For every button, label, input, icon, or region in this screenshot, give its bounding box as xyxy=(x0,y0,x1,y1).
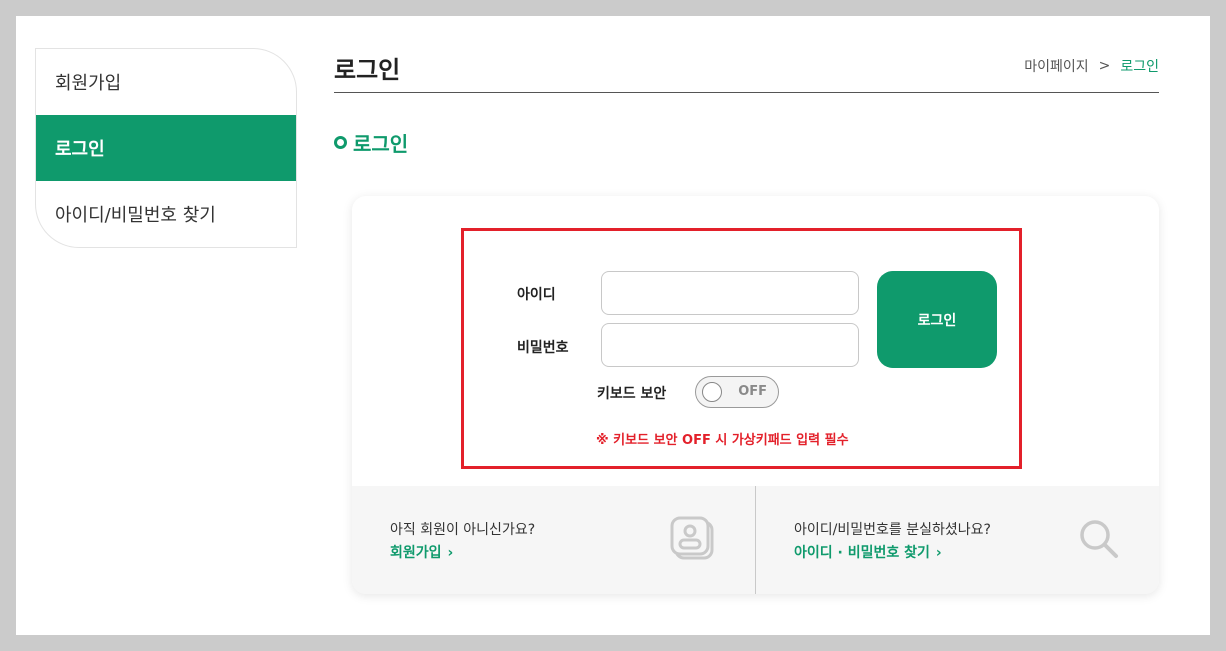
circle-bullet-icon xyxy=(334,136,347,149)
signup-link[interactable]: 회원가입 › xyxy=(390,542,453,562)
sidebar-item-label: 아이디/비밀번호 찾기 xyxy=(55,205,216,226)
signup-panel: 아직 회원이 아니신가요? 회원가입 › xyxy=(352,486,755,594)
bottom-links: 아직 회원이 아니신가요? 회원가입 › 아이디/비밀번호를 분실하셨나요? 아이… xyxy=(352,486,1159,594)
keyboard-security-toggle[interactable]: OFF xyxy=(695,376,779,408)
keyboard-security-label: 키보드 보안 xyxy=(597,386,667,402)
sidebar: 회원가입 로그인 아이디/비밀번호 찾기 xyxy=(35,48,297,248)
keypad-warning: ※ 키보드 보안 OFF 시 가상키패드 입력 필수 xyxy=(596,433,849,448)
id-card-icon xyxy=(670,516,714,560)
page-title: 로그인 xyxy=(334,56,401,84)
sidebar-item-label: 회원가입 xyxy=(55,73,122,94)
chevron-right-icon: › xyxy=(935,545,942,561)
find-account-link[interactable]: 아이디 · 비밀번호 찾기 › xyxy=(794,542,942,562)
title-divider xyxy=(334,92,1159,93)
find-question: 아이디/비밀번호를 분실하셨나요? xyxy=(794,522,991,538)
signup-link-text: 회원가입 xyxy=(390,545,442,561)
section-title-text: 로그인 xyxy=(353,132,409,156)
breadcrumb-parent[interactable]: 마이페이지 xyxy=(1024,56,1088,76)
id-input[interactable] xyxy=(601,271,859,315)
toggle-knob xyxy=(702,382,722,402)
signup-question: 아직 회원이 아니신가요? xyxy=(390,522,536,538)
find-link-text: 아이디 · 비밀번호 찾기 xyxy=(794,545,930,561)
breadcrumb: 마이페이지 > 로그인 xyxy=(1024,56,1159,76)
sidebar-item-login[interactable]: 로그인 xyxy=(36,115,296,181)
find-panel: 아이디/비밀번호를 분실하셨나요? 아이디 · 비밀번호 찾기 › xyxy=(755,486,1159,594)
password-input[interactable] xyxy=(601,323,859,367)
sidebar-item-find-account[interactable]: 아이디/비밀번호 찾기 xyxy=(36,181,296,247)
sidebar-item-signup[interactable]: 회원가입 xyxy=(36,49,296,115)
breadcrumb-separator: > xyxy=(1098,58,1111,74)
sidebar-item-label: 로그인 xyxy=(55,139,105,160)
chevron-right-icon: › xyxy=(447,545,454,561)
search-icon xyxy=(1080,520,1118,558)
breadcrumb-current: 로그인 xyxy=(1120,59,1159,75)
toggle-state-text: OFF xyxy=(738,384,767,399)
id-label: 아이디 xyxy=(517,287,556,303)
password-label: 비밀번호 xyxy=(517,340,569,356)
login-button[interactable]: 로그인 xyxy=(877,271,997,368)
section-title: 로그인 xyxy=(334,128,408,157)
